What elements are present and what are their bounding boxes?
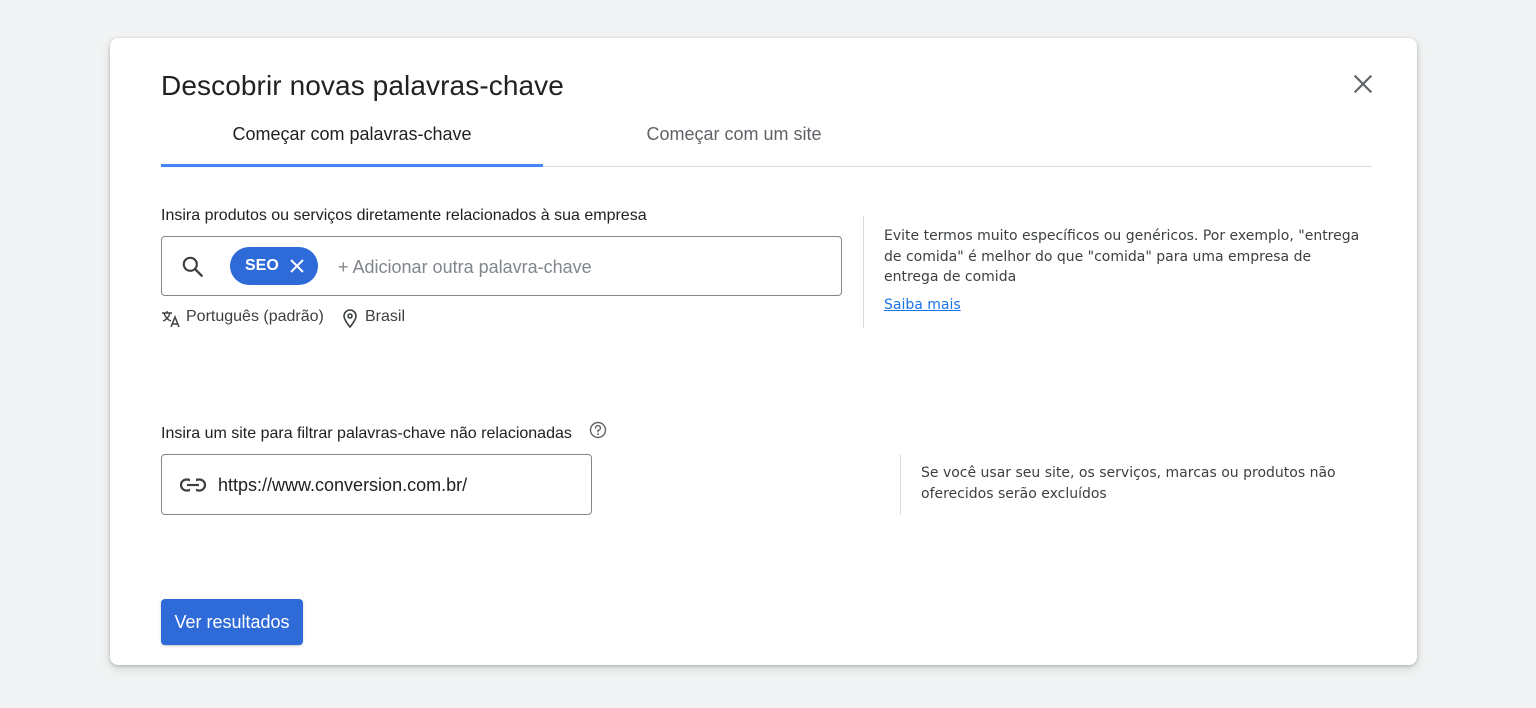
learn-more-link[interactable]: Saiba mais: [884, 297, 961, 313]
translate-icon: [162, 311, 180, 328]
link-icon: [179, 478, 207, 492]
add-keyword-input[interactable]: [336, 247, 820, 287]
discover-keywords-dialog: Descobrir novas palavras-chave Começar c…: [110, 38, 1417, 665]
keyword-chip-seo: SEO: [230, 247, 318, 285]
chip-label: SEO: [245, 257, 279, 274]
keywords-field[interactable]: SEO: [161, 236, 842, 296]
site-hint: Se você usar seu site, os serviços, marc…: [921, 465, 1336, 502]
search-icon: [182, 256, 203, 277]
divider: [863, 216, 864, 328]
keywords-hint: Evite termos muito específicos ou genéri…: [884, 228, 1360, 285]
tab-start-with-site[interactable]: Começar com um site: [543, 116, 925, 164]
tab-bar: Começar com palavras-chave Começar com u…: [161, 116, 1372, 167]
help-icon[interactable]: [588, 420, 608, 440]
site-url-field[interactable]: [161, 454, 592, 515]
close-icon[interactable]: [1350, 71, 1376, 97]
language-label: Português (padrão): [186, 308, 324, 325]
location-label: Brasil: [365, 308, 406, 325]
divider: [900, 454, 901, 515]
site-url-input[interactable]: [216, 465, 580, 505]
location-pin-icon: [343, 309, 357, 329]
close-icon[interactable]: [288, 257, 306, 275]
keywords-label: Insira produtos ou serviços diretamente …: [161, 207, 647, 224]
site-filter-label: Insira um site para filtrar palavras-cha…: [161, 425, 572, 442]
view-results-button[interactable]: Ver resultados: [161, 599, 303, 645]
tab-start-with-keywords[interactable]: Começar com palavras-chave: [161, 116, 543, 167]
dialog-title: Descobrir novas palavras-chave: [161, 70, 564, 101]
